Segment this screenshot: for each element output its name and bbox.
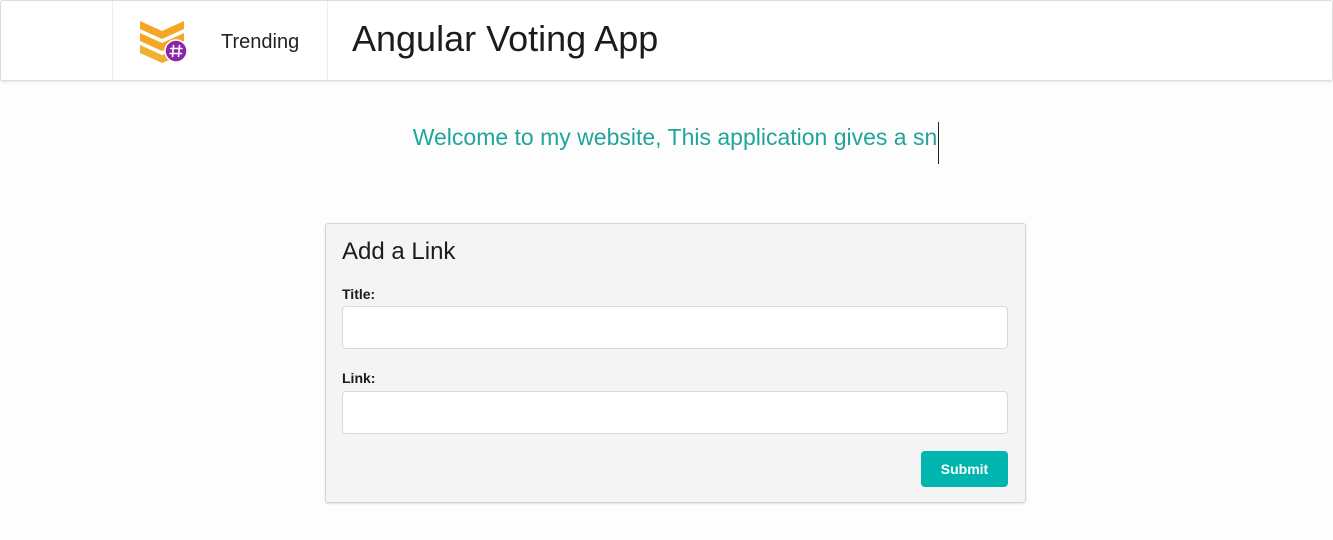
form-title: Add a Link [342,238,456,265]
top-menu-bar: Trending Angular Voting App [0,0,1333,81]
title-input[interactable] [342,306,1008,349]
link-input[interactable] [342,391,1008,434]
submit-button[interactable]: Submit [921,451,1008,487]
welcome-banner: Welcome to my website, This application … [0,122,1333,166]
title-field-label: Title: [342,286,376,302]
app-title: Angular Voting App [352,18,659,59]
logo-icon [140,21,188,63]
welcome-typing-text: Welcome to my website, This application … [413,122,940,164]
add-link-form: Add a Link Title: Link: Submit [325,223,1026,503]
trending-label: Trending [221,31,300,53]
link-field-label: Link: [342,370,376,386]
trending-menu-item[interactable]: Trending [112,1,328,80]
